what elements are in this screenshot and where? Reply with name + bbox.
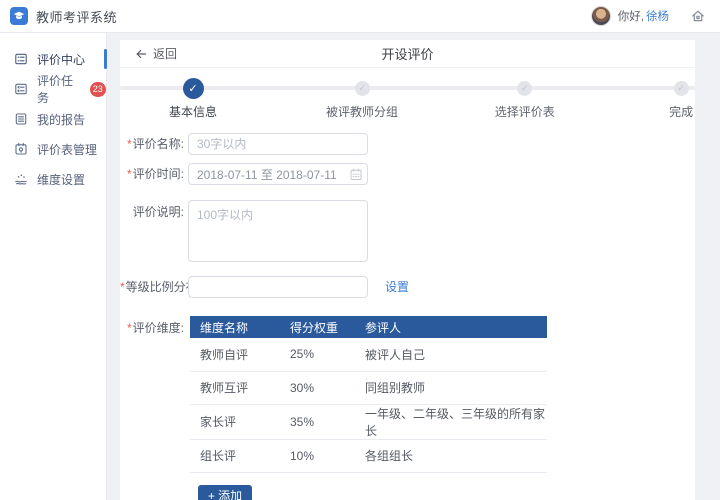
required-marker: *	[126, 167, 132, 181]
table-row: 家长评 35% 一年级、二年级、三年级的所有家长	[190, 404, 547, 440]
participants-link[interactable]: 一年级、二年级、三年级的所有家长	[355, 404, 547, 440]
dimensions-label: *评价维度:	[126, 321, 184, 335]
sidebar-item-label: 我的报告	[37, 112, 86, 127]
brand: 教师考评系统	[10, 7, 117, 26]
step-label: 基本信息	[169, 105, 218, 119]
table-row: 组长评 10% 各组组长	[190, 439, 547, 473]
step-basic-info: ✓ 基本信息	[169, 77, 217, 120]
name-field-label: *评价名称:	[126, 137, 184, 151]
grade-ratio-set-link[interactable]: 设置	[385, 276, 409, 298]
step-label: 被评教师分组	[326, 105, 399, 119]
evaluation-time-input[interactable]	[188, 163, 368, 185]
step-label: 选择评价表	[494, 105, 555, 119]
participants-cell: 被评人自己	[355, 338, 547, 372]
app-logo	[10, 7, 28, 25]
dimensions-table-header-row: 维度名称 得分权重 参评人	[190, 316, 547, 338]
step-check-icon: ✓	[517, 80, 533, 96]
table-row: 教师互评 30% 同组别教师	[190, 371, 547, 405]
dimension-settings-icon	[14, 172, 28, 186]
app-header: 教师考评系统 你好, 徐杨	[0, 0, 720, 33]
dimension-name-cell: 家长评	[190, 404, 280, 440]
sidebar-item-evaluation-center[interactable]: 评价中心	[0, 44, 107, 74]
weight-cell: 35%	[280, 404, 355, 440]
graduation-cap-icon	[12, 9, 26, 23]
column-header-dimension-name: 维度名称	[190, 316, 280, 338]
step-check-icon: ✓	[673, 80, 689, 96]
form-management-icon	[14, 142, 28, 156]
main-content: 开设评价 返回 ✓ 基本信息 ✓ 被评教师分组 ✓ 选择评价表 ✓ 完成 *评价…	[107, 33, 720, 500]
add-dimension-button[interactable]: + 添加	[198, 484, 252, 500]
greeting-text: 你好,	[617, 11, 644, 23]
evaluation-center-icon	[14, 52, 28, 66]
step-select-form: ✓ 选择评价表	[495, 77, 555, 120]
step-check-icon: ✓	[182, 77, 204, 99]
username-link[interactable]: 徐杨	[646, 8, 669, 24]
table-row: 教师自评 25% 被评人自己	[190, 338, 547, 372]
user-avatar[interactable]	[590, 6, 611, 26]
step-label: 完成	[669, 105, 694, 119]
time-field-label: *评价时间:	[126, 167, 184, 181]
grade-ratio-label: *等级比例分布:	[120, 280, 202, 294]
participants-cell: 各组组长	[355, 439, 547, 473]
dimensions-table: 维度名称 得分权重 参评人 教师自评 25% 被评人自己 教师互评 30% 同组…	[190, 316, 547, 473]
page-topbar: 开设评价 返回	[120, 40, 695, 68]
home-icon[interactable]	[690, 8, 706, 24]
step-teacher-grouping: ✓ 被评教师分组	[326, 77, 398, 120]
description-field-row: 评价说明:	[120, 200, 695, 262]
page-title: 开设评价	[381, 47, 434, 62]
sidebar-item-dimension-settings[interactable]: 维度设置	[0, 164, 106, 194]
my-reports-icon	[14, 112, 28, 126]
back-arrow-icon	[134, 48, 147, 60]
grade-ratio-field-row: *等级比例分布: 设置	[120, 276, 695, 298]
dimension-name-cell: 组长评	[190, 439, 280, 473]
evaluation-name-input[interactable]	[188, 133, 368, 155]
sidebar-item-label: 评价表管理	[37, 142, 98, 157]
dimensions-table-wrap: 维度名称 得分权重 参评人 教师自评 25% 被评人自己 教师互评 30% 同组…	[188, 316, 547, 500]
column-header-participants: 参评人	[355, 316, 547, 338]
dimension-name-cell: 教师互评	[190, 371, 280, 405]
required-marker: *	[126, 137, 132, 151]
sidebar-item-label: 评价中心	[37, 52, 86, 67]
weight-cell: 25%	[280, 338, 355, 372]
dimensions-row: *评价维度: 维度名称 得分权重 参评人 教师自评 25% 被评人自己 教师互评…	[120, 316, 695, 500]
weight-cell: 10%	[280, 439, 355, 473]
sidebar-item-form-management[interactable]: 评价表管理	[0, 134, 106, 164]
back-label: 返回	[153, 47, 178, 61]
dimension-name-cell: 教师自评	[190, 338, 280, 372]
content-card: 开设评价 返回 ✓ 基本信息 ✓ 被评教师分组 ✓ 选择评价表 ✓ 完成 *评价…	[120, 40, 695, 500]
description-field-label: 评价说明:	[132, 205, 184, 219]
evaluation-form: *评价名称: *评价时间:	[120, 118, 695, 500]
time-field-row: *评价时间:	[120, 163, 695, 185]
weight-cell: 30%	[280, 371, 355, 405]
header-right: 你好, 徐杨	[590, 6, 706, 26]
name-field-row: *评价名称:	[120, 133, 695, 155]
task-count-badge: 23	[89, 81, 106, 97]
sidebar-item-label: 评价任务	[37, 74, 74, 105]
step-complete: ✓ 完成	[669, 77, 693, 120]
app-title: 教师考评系统	[36, 9, 118, 25]
column-header-score-weight: 得分权重	[280, 316, 355, 338]
required-marker: *	[120, 280, 125, 294]
stepper: ✓ 基本信息 ✓ 被评教师分组 ✓ 选择评价表 ✓ 完成	[120, 68, 695, 120]
sidebar-item-label: 维度设置	[37, 172, 86, 187]
grade-ratio-input[interactable]	[188, 276, 368, 298]
participants-cell: 同组别教师	[355, 371, 547, 405]
required-marker: *	[126, 321, 132, 335]
evaluation-description-textarea[interactable]	[188, 200, 368, 262]
back-button[interactable]: 返回	[134, 45, 177, 62]
sidebar-item-evaluation-tasks[interactable]: 评价任务 23	[0, 74, 106, 105]
evaluation-tasks-icon	[14, 82, 28, 96]
step-check-icon: ✓	[354, 80, 370, 96]
sidebar: 评价中心 评价任务 23 我的报告 评价表管理 维度设置	[0, 33, 107, 500]
calendar-icon[interactable]	[350, 168, 362, 181]
sidebar-item-my-reports[interactable]: 我的报告	[0, 104, 106, 134]
date-range-field	[188, 163, 368, 185]
